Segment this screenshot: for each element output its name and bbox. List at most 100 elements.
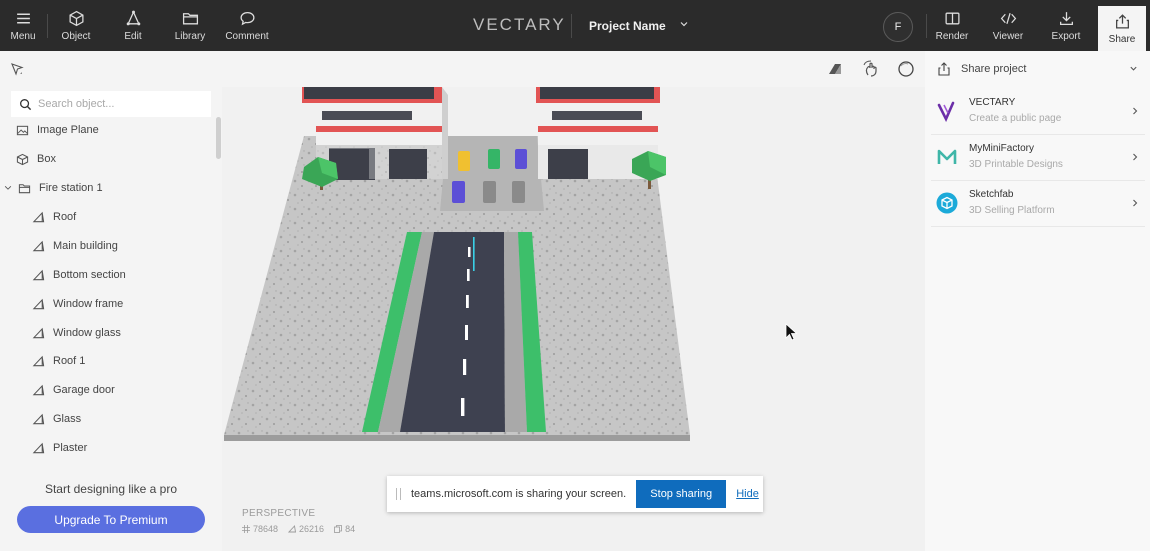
tree-item-box[interactable]: Box: [16, 149, 56, 169]
toolbar-divider: [926, 14, 927, 38]
hamburger-icon: [16, 13, 30, 23]
copy-icon: [334, 525, 342, 533]
chevron-down-icon[interactable]: [4, 184, 12, 192]
promo-text: Start designing like a pro: [44, 482, 178, 496]
avatar[interactable]: F: [883, 12, 913, 42]
share-option-sketchfab[interactable]: Sketchfab 3D Selling Platform: [931, 181, 1145, 227]
search-box: [11, 91, 211, 117]
chevron-right-icon: [1133, 107, 1138, 115]
toolbar-divider: [571, 14, 572, 38]
code-icon: [1000, 12, 1016, 24]
sphere-view-icon[interactable]: [897, 60, 915, 78]
menu-button[interactable]: Menu: [0, 0, 46, 51]
service-name: Sketchfab: [969, 189, 1014, 200]
export-button[interactable]: Export: [1043, 0, 1089, 51]
tree-item-bottom-section[interactable]: Bottom section: [32, 265, 126, 285]
top-toolbar: Menu Object Edit Library Comment VECTARY…: [0, 0, 1150, 51]
tree-item-roof[interactable]: Roof: [32, 207, 76, 227]
mesh-icon: [32, 211, 45, 222]
drag-handle[interactable]: [396, 488, 401, 500]
tree-item-fire-station-1[interactable]: Fire station 1: [4, 178, 103, 198]
library-button[interactable]: Library: [167, 0, 213, 51]
mesh-icon: [32, 355, 45, 366]
tree-item-roof-1[interactable]: Roof 1: [32, 351, 85, 371]
tree-scrollbar[interactable]: [216, 117, 221, 159]
image-icon: [16, 125, 29, 135]
share-message: teams.microsoft.com is sharing your scre…: [411, 488, 627, 500]
myminifactory-logo-icon: [937, 149, 957, 164]
screen-share-bar: teams.microsoft.com is sharing your scre…: [387, 476, 763, 512]
edit-button[interactable]: Edit: [112, 0, 154, 51]
upgrade-button[interactable]: Upgrade To Premium: [17, 506, 205, 533]
search-icon: [20, 98, 32, 110]
tree-item-window-frame[interactable]: Window frame: [32, 294, 123, 314]
select-arrow-icon[interactable]: [10, 62, 24, 76]
comment-label: Comment: [225, 30, 269, 42]
tree-item-garage-door[interactable]: Garage door: [32, 380, 115, 400]
vectary-logo: VECTARY: [473, 15, 566, 34]
service-name: VECTARY: [969, 97, 1016, 108]
tree-item-label: Main building: [53, 240, 118, 252]
folder-icon: [18, 183, 31, 193]
scene-render: [224, 87, 690, 441]
share-panel-title: Share project: [961, 63, 1027, 75]
object-count: 84: [334, 524, 355, 534]
mesh-icon: [32, 298, 45, 309]
tree-item-window-glass[interactable]: Window glass: [32, 323, 121, 343]
vectary-logo-icon: [937, 101, 955, 122]
tree-item-image-plane[interactable]: Image Plane: [16, 120, 99, 140]
tree-item-label: Window glass: [53, 327, 121, 339]
share-panel-header[interactable]: Share project: [925, 51, 1150, 87]
share-button[interactable]: Share: [1098, 6, 1146, 51]
render-button[interactable]: Render: [929, 0, 975, 51]
object-button[interactable]: Object: [54, 0, 98, 51]
mouse-cursor-icon: [785, 323, 798, 341]
share-option-myminifactory[interactable]: MyMiniFactory 3D Printable Designs: [931, 135, 1145, 181]
tree-item-label: Roof: [53, 211, 77, 223]
hide-link[interactable]: Hide: [736, 488, 759, 500]
viewport-toolbar: [222, 51, 925, 87]
tree-item-label: Roof 1: [53, 355, 86, 367]
tree-item-label: Glass: [53, 413, 82, 425]
chevron-right-icon: [1133, 153, 1138, 161]
edit-label: Edit: [124, 30, 142, 42]
tree-item-plaster[interactable]: Plaster: [32, 438, 87, 458]
mesh-icon: [32, 384, 45, 395]
chevron-down-icon[interactable]: [1129, 64, 1138, 73]
service-name: MyMiniFactory: [969, 143, 1035, 154]
service-description: Create a public page: [969, 113, 1062, 124]
render-label: Render: [935, 30, 969, 42]
scene-stats: 78648 26216 84: [242, 524, 355, 534]
chevron-down-icon[interactable]: [679, 19, 689, 29]
cube-icon: [16, 153, 29, 165]
mesh-icon: [32, 413, 45, 424]
chevron-right-icon: [1133, 199, 1138, 207]
tree-item-label: Garage door: [53, 384, 115, 396]
service-description: 3D Selling Platform: [969, 205, 1055, 216]
toolbar-divider: [47, 14, 48, 38]
viewer-button[interactable]: Viewer: [985, 0, 1031, 51]
object-panel: Image Plane Box Fire station 1 Roof Main…: [0, 51, 222, 551]
stop-sharing-button[interactable]: Stop sharing: [636, 480, 727, 508]
tree-item-glass[interactable]: Glass: [32, 409, 81, 429]
material-shading-icon[interactable]: [826, 60, 844, 78]
library-label: Library: [174, 30, 206, 42]
project-name[interactable]: Project Name: [589, 19, 666, 33]
cube-icon: [68, 10, 84, 26]
mesh-icon: [32, 240, 45, 251]
tree-item-label: Fire station 1: [39, 182, 103, 194]
comment-button[interactable]: Comment: [222, 0, 272, 51]
menu-label: Menu: [10, 30, 36, 42]
mesh-icon: [32, 327, 45, 338]
search-input[interactable]: [38, 98, 208, 110]
camera-mode-label: PERSPECTIVE: [242, 508, 316, 519]
tree-item-main-building[interactable]: Main building: [32, 236, 118, 256]
export-label: Export: [1051, 30, 1081, 42]
share-option-vectary[interactable]: VECTARY Create a public page: [931, 89, 1145, 135]
share-label: Share: [1108, 33, 1136, 45]
share-icon: [938, 62, 950, 76]
vertex-edit-icon: [126, 10, 140, 25]
orbit-hand-icon[interactable]: [862, 60, 880, 78]
folder-icon: [182, 12, 198, 24]
tree-item-label: Image Plane: [37, 124, 99, 136]
